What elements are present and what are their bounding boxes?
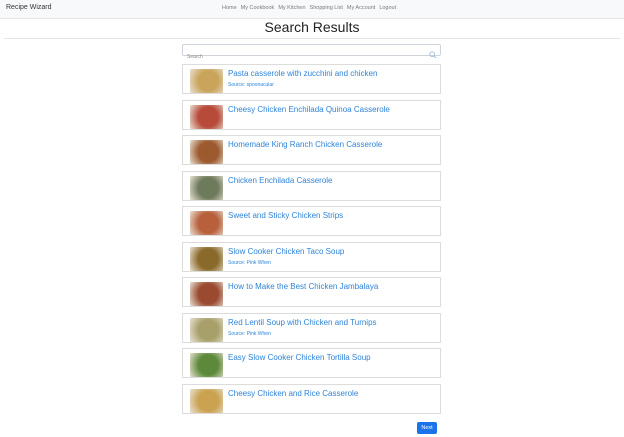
recipe-title-link[interactable]: Chicken Enchilada Casserole: [228, 176, 333, 185]
recipe-title-link[interactable]: Red Lentil Soup with Chicken and Turnips: [228, 318, 377, 327]
top-navbar: Recipe Wizard Home My Cookbook My Kitche…: [0, 0, 624, 19]
recipe-title-link[interactable]: Pasta casserole with zucchini and chicke…: [228, 69, 377, 78]
recipe-thumbnail[interactable]: [190, 140, 223, 164]
recipe-thumbnail[interactable]: [190, 246, 223, 271]
result-card[interactable]: Cheesy Chicken Enchilada Quinoa Casserol…: [182, 99, 441, 130]
brand-logo-text[interactable]: Recipe Wizard: [6, 4, 52, 11]
recipe-thumbnail[interactable]: [190, 175, 223, 200]
results-list: Pasta casserole with zucchini and chicke…: [182, 64, 441, 419]
nav-my-kitchen[interactable]: My Kitchen: [278, 5, 305, 11]
recipe-thumbnail[interactable]: [190, 69, 223, 93]
recipe-source: Source: Pink When: [228, 259, 271, 266]
nav-my-cookbook[interactable]: My Cookbook: [241, 5, 275, 11]
recipe-thumbnail[interactable]: [190, 211, 223, 235]
result-card[interactable]: Pasta casserole with zucchini and chicke…: [182, 64, 441, 94]
recipe-source: Source: spoonacular: [228, 82, 274, 88]
nav-home[interactable]: Home: [222, 5, 237, 11]
result-card[interactable]: Homemade King Ranch Chicken Casserole: [182, 135, 441, 165]
nav-my-account[interactable]: My Account: [347, 5, 375, 11]
recipe-title-link[interactable]: Slow Cooker Chicken Taco Soup: [228, 247, 344, 256]
recipe-title-link[interactable]: Cheesy Chicken and Rice Casserole: [228, 389, 358, 398]
nav-links: Home My Cookbook My Kitchen Shopping Lis…: [222, 5, 396, 11]
search-box: [182, 44, 441, 62]
recipe-thumbnail[interactable]: [190, 317, 223, 342]
page-title: Search Results: [264, 19, 360, 35]
recipe-title-link[interactable]: Homemade King Ranch Chicken Casserole: [228, 140, 382, 149]
result-card[interactable]: Sweet and Sticky Chicken Strips: [182, 206, 441, 236]
recipe-thumbnail[interactable]: [190, 104, 223, 129]
result-card[interactable]: Cheesy Chicken and Rice Casserole: [182, 383, 441, 414]
result-card[interactable]: Chicken Enchilada Casserole: [182, 170, 441, 201]
next-page-button[interactable]: Next: [417, 422, 437, 434]
recipe-title-link[interactable]: How to Make the Best Chicken Jambalaya: [228, 282, 378, 291]
divider: [4, 38, 620, 39]
recipe-title-link[interactable]: Cheesy Chicken Enchilada Quinoa Casserol…: [228, 105, 390, 114]
recipe-title-link[interactable]: Easy Slow Cooker Chicken Tortilla Soup: [228, 353, 371, 362]
result-card[interactable]: Red Lentil Soup with Chicken and Turnips…: [182, 312, 441, 343]
recipe-thumbnail[interactable]: [190, 282, 223, 306]
result-card[interactable]: Easy Slow Cooker Chicken Tortilla Soup: [182, 348, 441, 378]
recipe-source: Source: Pink When: [228, 330, 271, 337]
search-icon[interactable]: [429, 46, 437, 64]
search-input[interactable]: [183, 52, 427, 62]
result-card[interactable]: Slow Cooker Chicken Taco Soup Source: Pi…: [182, 241, 441, 272]
recipe-thumbnail[interactable]: [190, 388, 223, 413]
recipe-title-link[interactable]: Sweet and Sticky Chicken Strips: [228, 211, 343, 220]
recipe-thumbnail[interactable]: [190, 353, 223, 377]
result-card[interactable]: How to Make the Best Chicken Jambalaya: [182, 277, 441, 307]
nav-shopping-list[interactable]: Shopping List: [310, 5, 343, 11]
nav-logout[interactable]: Logout: [379, 5, 396, 11]
